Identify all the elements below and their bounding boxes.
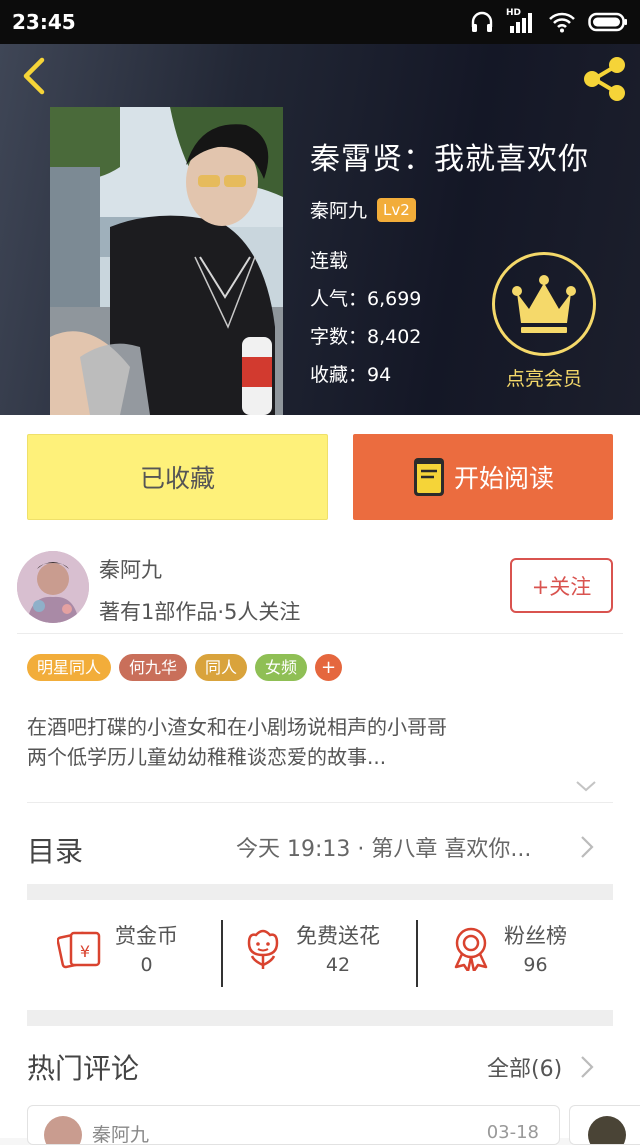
stat-label: 免费送花: [296, 924, 380, 948]
tag[interactable]: 同人: [195, 654, 248, 681]
book-title: 秦霄贤：我就喜欢你: [310, 142, 589, 177]
vip-button[interactable]: [492, 252, 596, 356]
wifi-icon: [549, 12, 575, 33]
start-reading-button[interactable]: 开始阅读: [353, 434, 613, 520]
stat-label: 粉丝榜: [504, 924, 567, 948]
favorited-button[interactable]: 已收藏: [27, 434, 328, 520]
hot-comments-title: 热门评论: [27, 1052, 140, 1085]
stat-value: 96: [523, 954, 548, 976]
book-word-count: 字数：8,402: [310, 326, 422, 348]
share-icon[interactable]: [580, 54, 630, 104]
crown-icon: [512, 275, 576, 333]
tag[interactable]: 女频: [255, 654, 308, 681]
author-info: 著有1部作品·5人关注: [99, 600, 301, 624]
status-bar: 23:45 HD: [0, 0, 640, 44]
flower-icon: [247, 929, 279, 969]
comment-card[interactable]: 秦阿九 03-18: [27, 1105, 560, 1145]
stat-separator: [416, 920, 418, 987]
divider: [27, 802, 613, 803]
avatar: [588, 1116, 626, 1144]
book-author[interactable]: 秦阿九: [310, 196, 367, 223]
toc-label[interactable]: 目录: [27, 830, 83, 870]
comment-date: 03-18: [486, 1122, 539, 1143]
section-divider: [27, 884, 613, 900]
tag[interactable]: 何九华: [119, 654, 188, 681]
comment-user: 秦阿九: [92, 1124, 150, 1145]
book-cover: [50, 107, 283, 415]
chevron-right-icon[interactable]: [578, 1053, 596, 1081]
battery-icon: [588, 12, 627, 32]
signal-icon: HD: [506, 8, 536, 34]
stat-value: 0: [140, 954, 153, 976]
avatar: [44, 1116, 82, 1144]
reward-coin-icon: ¥: [57, 931, 101, 969]
all-comments-link[interactable]: 全部(6): [487, 1051, 562, 1083]
level-badge: Lv2: [377, 197, 416, 222]
chevron-right-icon[interactable]: [578, 833, 596, 861]
book-header: 秦霄贤：我就喜欢你 秦阿九 Lv2 连载 人气：6,699 字数：8,402 收…: [0, 44, 640, 415]
svg-text:¥: ¥: [80, 942, 90, 961]
vip-label[interactable]: 点亮会员: [494, 364, 594, 391]
comment-card[interactable]: [569, 1105, 640, 1145]
chevron-left-icon[interactable]: [16, 56, 56, 96]
stat-value: 42: [325, 954, 351, 976]
chevron-down-icon[interactable]: [574, 778, 598, 794]
reward-coin-stat[interactable]: ¥ 赏金币 0: [57, 920, 178, 976]
stat-label: 赏金币: [115, 924, 178, 948]
book-author-row: 秦阿九 Lv2: [310, 196, 416, 223]
section-divider: [27, 1010, 613, 1026]
description-line: 在酒吧打碟的小渣女和在小剧场说相声的小哥哥: [27, 715, 447, 739]
avatar[interactable]: [17, 551, 89, 623]
free-flower-stat[interactable]: 免费送花 42: [242, 920, 380, 976]
book-favorites: 收藏：94: [310, 364, 392, 386]
start-reading-label: 开始阅读: [453, 464, 554, 493]
book-status: 连载: [310, 250, 349, 272]
ribbon-badge-icon: [454, 927, 488, 971]
follow-button[interactable]: +关注: [510, 558, 613, 613]
book-icon: [413, 458, 444, 496]
description-line: 两个低学历儿童幼幼稚稚谈恋爱的故事...: [27, 745, 387, 769]
book-description: 在酒吧打碟的小渣女和在小剧场说相声的小哥哥 两个低学历儿童幼幼稚稚谈恋爱的故事.…: [27, 712, 447, 772]
stat-separator: [221, 920, 223, 987]
toc-latest-chapter[interactable]: 今天 19:13 · 第八章 喜欢你...: [236, 831, 531, 863]
author-name[interactable]: 秦阿九: [99, 554, 162, 584]
tag[interactable]: 明星同人: [27, 654, 112, 681]
status-time: 23:45: [12, 10, 76, 34]
add-tag-button[interactable]: +: [315, 654, 343, 681]
status-icons: HD: [470, 8, 628, 34]
divider: [17, 633, 623, 634]
book-detail-body: 已收藏 开始阅读 秦阿九 著有1部作品·5人关注 +关注 明星同人 何九华 同人…: [0, 415, 640, 1145]
book-popularity: 人气：6,699: [310, 288, 422, 310]
fan-ranking-stat[interactable]: 粉丝榜 96: [450, 920, 567, 976]
tag-list: 明星同人 何九华 同人 女频 +: [27, 654, 343, 681]
headphones-icon: [471, 11, 493, 32]
